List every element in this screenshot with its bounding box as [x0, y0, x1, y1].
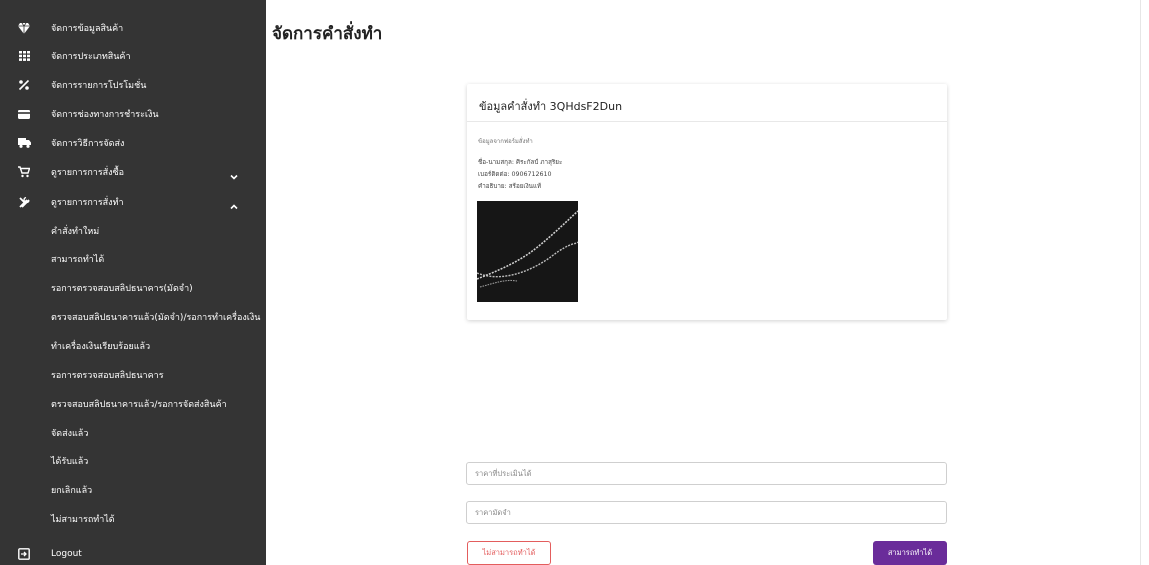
- truck-icon: [17, 136, 31, 150]
- sidebar-subitem-label: สามารถทำได้: [51, 255, 105, 265]
- sidebar-logout[interactable]: Logout: [0, 541, 266, 565]
- card-header: ข้อมูลคำสั่งทำ 3QHdsF2Dun: [467, 84, 947, 122]
- sidebar-subitem-label: ทำเครื่องเงินเรียบร้อยแล้ว: [51, 342, 151, 352]
- sidebar-item-shipping[interactable]: จัดการวิธีการจัดส่ง: [0, 130, 266, 156]
- content-divider: [1140, 0, 1141, 565]
- sidebar-item-product-type[interactable]: จัดการประเภทสินค้า: [0, 43, 266, 69]
- customer-phone: เบอร์ติดต่อ: 0906712610: [478, 171, 552, 178]
- grid-icon: [17, 49, 31, 63]
- sidebar-item-orders[interactable]: ดูรายการการสั่งซื้อ: [0, 159, 266, 185]
- product-image: [477, 201, 578, 302]
- sidebar-subitem-label: ไม่สามารถทำได้: [51, 515, 115, 525]
- sidebar-subitem-feasible[interactable]: สามารถทำได้: [0, 246, 266, 272]
- sidebar-subitem-new[interactable]: คำสั่งทำใหม่: [0, 218, 266, 244]
- sidebar-subitem-label: คำสั่งทำใหม่: [51, 227, 100, 237]
- sidebar-item-custom-orders[interactable]: ดูรายการการสั่งทำ: [0, 189, 266, 215]
- sidebar-subitem-cancelled[interactable]: ยกเลิกแล้ว: [0, 477, 266, 503]
- credit-card-icon: [17, 107, 31, 121]
- customer-name: ชื่อ-นามสกุล: ศิระกัลป์ ภาสุริยะ: [478, 159, 563, 166]
- sidebar-subitem-label: ได้รับแล้ว: [51, 457, 89, 467]
- chevron-up-icon: [229, 197, 239, 210]
- accept-button[interactable]: สามารถทำได้: [873, 541, 947, 565]
- order-info-card: ข้อมูลคำสั่งทำ 3QHdsF2Dun ข้อมูลจากฟอร์ม…: [467, 84, 947, 320]
- page-title: จัดการคำสั่งทำ: [272, 24, 383, 44]
- sidebar-subitem-label: ยกเลิกแล้ว: [51, 486, 93, 496]
- estimated-price-input[interactable]: [466, 462, 947, 485]
- sidebar-item-label: จัดการวิธีการจัดส่ง: [51, 139, 125, 149]
- sidebar-subitem-received[interactable]: ได้รับแล้ว: [0, 448, 266, 474]
- diamond-icon: [17, 21, 31, 35]
- sidebar-subitem-shipped[interactable]: จัดส่งแล้ว: [0, 420, 266, 446]
- sidebar-item-label: ดูรายการการสั่งซื้อ: [51, 168, 125, 178]
- tools-icon: [17, 195, 31, 209]
- app-root: จัดการข้อมูลสินค้า จัดการประเภทสินค้า จั…: [0, 0, 1149, 565]
- deposit-price-input[interactable]: [466, 501, 947, 524]
- sidebar-subitem-await-slip[interactable]: รอการตรวจสอบสลิปธนาคาร: [0, 362, 266, 388]
- sidebar-subitem-label: ตรวจสอบสลิปธนาคารแล้ว(มัดจำ)/รอการทำเครื…: [51, 313, 261, 323]
- sidebar: จัดการข้อมูลสินค้า จัดการประเภทสินค้า จั…: [0, 0, 266, 565]
- sidebar-item-label: จัดการช่องทางการชำระเงิน: [51, 110, 159, 120]
- sidebar-item-product-data[interactable]: จัดการข้อมูลสินค้า: [0, 15, 266, 41]
- chevron-down-icon: [229, 167, 239, 180]
- sidebar-item-label: จัดการรายการโปรโมชั่น: [51, 81, 147, 91]
- cart-icon: [17, 165, 31, 179]
- logout-label: Logout: [51, 549, 82, 559]
- reject-button[interactable]: ไม่สามารถทำได้: [467, 541, 551, 565]
- sidebar-subitem-infeasible[interactable]: ไม่สามารถทำได้: [0, 506, 266, 532]
- sidebar-subitem-label: ตรวจสอบสลิปธนาคารแล้ว/รอการจัดส่งสินค้า: [51, 400, 227, 410]
- sidebar-subitem-await-deposit-slip[interactable]: รอการตรวจสอบสลิปธนาคาร(มัดจำ): [0, 275, 266, 301]
- form-section-label: ข้อมูลจากฟอร์มสั่งทำ: [478, 138, 533, 145]
- sidebar-subitem-deposit-checked[interactable]: ตรวจสอบสลิปธนาคารแล้ว(มัดจำ)/รอการทำเครื…: [0, 304, 266, 330]
- sidebar-item-label: ดูรายการการสั่งทำ: [51, 198, 124, 208]
- sidebar-item-label: จัดการข้อมูลสินค้า: [51, 24, 124, 34]
- card-title: ข้อมูลคำสั่งทำ 3QHdsF2Dun: [479, 100, 623, 113]
- sidebar-subitem-silver-done[interactable]: ทำเครื่องเงินเรียบร้อยแล้ว: [0, 333, 266, 359]
- percent-icon: [17, 78, 31, 92]
- logout-icon: [17, 547, 31, 561]
- sidebar-item-label: จัดการประเภทสินค้า: [51, 52, 131, 62]
- sidebar-item-promotion[interactable]: จัดการรายการโปรโมชั่น: [0, 72, 266, 98]
- sidebar-item-payment[interactable]: จัดการช่องทางการชำระเงิน: [0, 101, 266, 127]
- sidebar-subitem-label: รอการตรวจสอบสลิปธนาคาร(มัดจำ): [51, 284, 193, 294]
- sidebar-subitem-slip-checked[interactable]: ตรวจสอบสลิปธนาคารแล้ว/รอการจัดส่งสินค้า: [0, 391, 266, 417]
- sidebar-subitem-label: จัดส่งแล้ว: [51, 429, 89, 439]
- order-description: คำอธิบาย: สร้อยเงินแท้: [478, 183, 542, 190]
- sidebar-subitem-label: รอการตรวจสอบสลิปธนาคาร: [51, 371, 164, 381]
